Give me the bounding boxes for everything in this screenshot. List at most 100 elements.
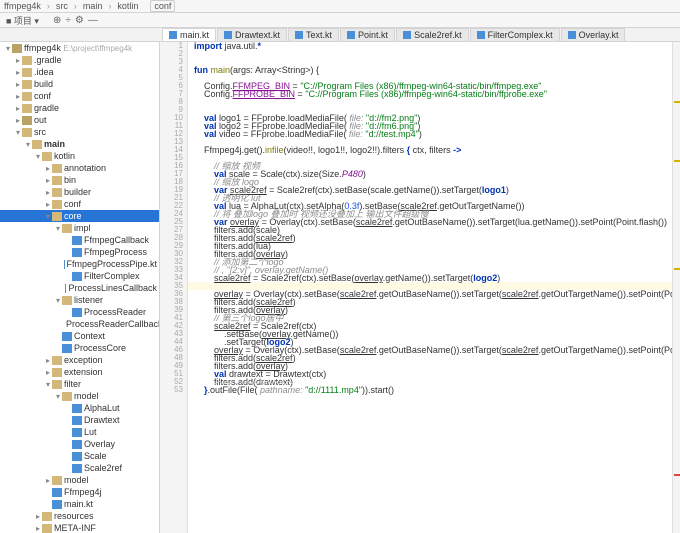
tab-overlay-kt[interactable]: Overlay.kt bbox=[561, 28, 626, 41]
file-icon bbox=[347, 31, 355, 39]
tab-scale2ref-kt[interactable]: Scale2ref.kt bbox=[396, 28, 469, 41]
folder-icon bbox=[22, 56, 32, 65]
expand-arrow[interactable]: ▸ bbox=[44, 200, 52, 209]
tree-listener[interactable]: ▾listener bbox=[0, 294, 159, 306]
expand-arrow[interactable]: ▾ bbox=[34, 152, 42, 161]
tab-filtercomplex-kt[interactable]: FilterComplex.kt bbox=[470, 28, 560, 41]
tree-filter[interactable]: ▾filter bbox=[0, 378, 159, 390]
expand-arrow[interactable]: ▸ bbox=[44, 368, 52, 377]
expand-arrow[interactable]: ▾ bbox=[4, 44, 12, 53]
tree-scale2ref[interactable]: Scale2ref bbox=[0, 462, 159, 474]
expand-arrow[interactable]: ▸ bbox=[14, 104, 22, 113]
expand-arrow[interactable]: ▸ bbox=[44, 176, 52, 185]
folder-icon bbox=[62, 296, 72, 305]
hide-icon[interactable]: — bbox=[88, 15, 98, 26]
project-tree[interactable]: ▾ffmpeg4k E:\project\ffmpeg4k▸.gradle▸.i… bbox=[0, 42, 160, 533]
folder-icon bbox=[52, 356, 62, 365]
kt-icon bbox=[62, 332, 72, 341]
expand-arrow[interactable]: ▸ bbox=[14, 68, 22, 77]
error-stripe[interactable] bbox=[672, 42, 680, 533]
tree-main[interactable]: ▾main bbox=[0, 138, 159, 150]
expand-arrow[interactable]: ▸ bbox=[44, 188, 52, 197]
breadcrumb-bar: ffmpeg4k › src › main › kotlin conf bbox=[0, 0, 680, 13]
expand-arrow[interactable]: ▾ bbox=[54, 296, 62, 305]
tree-meta-inf[interactable]: ▸META-INF bbox=[0, 522, 159, 533]
tree-processreadercallback[interactable]: ProcessReaderCallback bbox=[0, 318, 159, 330]
tree-processlinescallback[interactable]: ProcessLinesCallback bbox=[0, 282, 159, 294]
folder-o-icon bbox=[12, 44, 22, 53]
tree-lut[interactable]: Lut bbox=[0, 426, 159, 438]
folder-icon bbox=[52, 212, 62, 221]
folder-icon bbox=[22, 80, 32, 89]
tree-bin[interactable]: ▸bin bbox=[0, 174, 159, 186]
kt-icon bbox=[52, 500, 62, 509]
tree-ffmpegprocess[interactable]: FfmpegProcess bbox=[0, 246, 159, 258]
tree-build[interactable]: ▸build bbox=[0, 78, 159, 90]
expand-arrow[interactable]: ▾ bbox=[24, 140, 32, 149]
tree--gradle[interactable]: ▸.gradle bbox=[0, 54, 159, 66]
tree-kotlin[interactable]: ▾kotlin bbox=[0, 150, 159, 162]
tree-exception[interactable]: ▸exception bbox=[0, 354, 159, 366]
tree-conf[interactable]: ▸conf bbox=[0, 90, 159, 102]
tree-context[interactable]: Context bbox=[0, 330, 159, 342]
tree-out[interactable]: ▸out bbox=[0, 114, 159, 126]
tree-extension[interactable]: ▸extension bbox=[0, 366, 159, 378]
tree-overlay[interactable]: Overlay bbox=[0, 438, 159, 450]
kt-icon bbox=[72, 452, 82, 461]
expand-arrow[interactable]: ▸ bbox=[44, 356, 52, 365]
tree-model[interactable]: ▸model bbox=[0, 474, 159, 486]
expand-arrow[interactable]: ▸ bbox=[14, 116, 22, 125]
line-gutter: 1234567891011121314151617181921222425272… bbox=[160, 42, 188, 533]
sort-icon[interactable]: ⊕ bbox=[53, 15, 61, 26]
expand-arrow[interactable]: ▾ bbox=[54, 392, 62, 401]
file-icon bbox=[169, 31, 177, 39]
settings-icon[interactable]: ⚙ bbox=[75, 15, 84, 26]
expand-arrow[interactable]: ▸ bbox=[14, 56, 22, 65]
collapse-icon[interactable]: ÷ bbox=[65, 15, 71, 26]
project-tool-button[interactable]: ■ 项目 ▾ bbox=[6, 14, 39, 27]
tree--idea[interactable]: ▸.idea bbox=[0, 66, 159, 78]
tab-main-kt[interactable]: main.kt bbox=[162, 28, 216, 41]
tree-alphalut[interactable]: AlphaLut bbox=[0, 402, 159, 414]
tree-src[interactable]: ▾src bbox=[0, 126, 159, 138]
tree-builder[interactable]: ▸builder bbox=[0, 186, 159, 198]
conf-pill[interactable]: conf bbox=[150, 0, 175, 12]
tree-gradle[interactable]: ▸gradle bbox=[0, 102, 159, 114]
tree-model[interactable]: ▾model bbox=[0, 390, 159, 402]
expand-arrow[interactable]: ▸ bbox=[14, 92, 22, 101]
tree-resources[interactable]: ▸resources bbox=[0, 510, 159, 522]
expand-arrow[interactable]: ▾ bbox=[54, 224, 62, 233]
tree-scale[interactable]: Scale bbox=[0, 450, 159, 462]
tab-text-kt[interactable]: Text.kt bbox=[288, 28, 339, 41]
expand-arrow[interactable]: ▾ bbox=[14, 128, 22, 137]
expand-arrow[interactable]: ▸ bbox=[14, 80, 22, 89]
tree-core[interactable]: ▾core bbox=[0, 210, 159, 222]
code-area[interactable]: import java.util.*fun main(args: Array<S… bbox=[188, 42, 672, 533]
tree-processcore[interactable]: ProcessCore bbox=[0, 342, 159, 354]
tab-point-kt[interactable]: Point.kt bbox=[340, 28, 395, 41]
file-icon bbox=[477, 31, 485, 39]
code-editor[interactable]: 1234567891011121314151617181921222425272… bbox=[160, 42, 680, 533]
tree-ffmpeg4k[interactable]: ▾ffmpeg4k E:\project\ffmpeg4k bbox=[0, 42, 159, 54]
expand-arrow[interactable]: ▾ bbox=[44, 212, 52, 221]
tree-ffmpegprocesspipe-kt[interactable]: FfmpegProcessPipe.kt bbox=[0, 258, 159, 270]
tree-processreader[interactable]: ProcessReader bbox=[0, 306, 159, 318]
project-name[interactable]: ffmpeg4k bbox=[4, 1, 41, 11]
tree-ffmpeg4j[interactable]: Ffmpeg4j bbox=[0, 486, 159, 498]
expand-arrow[interactable]: ▸ bbox=[34, 524, 42, 533]
tree-annotation[interactable]: ▸annotation bbox=[0, 162, 159, 174]
tree-conf[interactable]: ▸conf bbox=[0, 198, 159, 210]
expand-arrow[interactable]: ▸ bbox=[44, 164, 52, 173]
folder-icon bbox=[42, 524, 52, 533]
tree-impl[interactable]: ▾impl bbox=[0, 222, 159, 234]
tab-drawtext-kt[interactable]: Drawtext.kt bbox=[217, 28, 287, 41]
folder-icon bbox=[52, 164, 62, 173]
tree-main-kt[interactable]: main.kt bbox=[0, 498, 159, 510]
tree-drawtext[interactable]: Drawtext bbox=[0, 414, 159, 426]
expand-arrow[interactable]: ▸ bbox=[44, 476, 52, 485]
expand-arrow[interactable]: ▾ bbox=[44, 380, 52, 389]
kt-icon bbox=[65, 284, 66, 293]
tree-ffmpegcallback[interactable]: FfmpegCallback bbox=[0, 234, 159, 246]
tree-filtercomplex[interactable]: FilterComplex bbox=[0, 270, 159, 282]
expand-arrow[interactable]: ▸ bbox=[34, 512, 42, 521]
